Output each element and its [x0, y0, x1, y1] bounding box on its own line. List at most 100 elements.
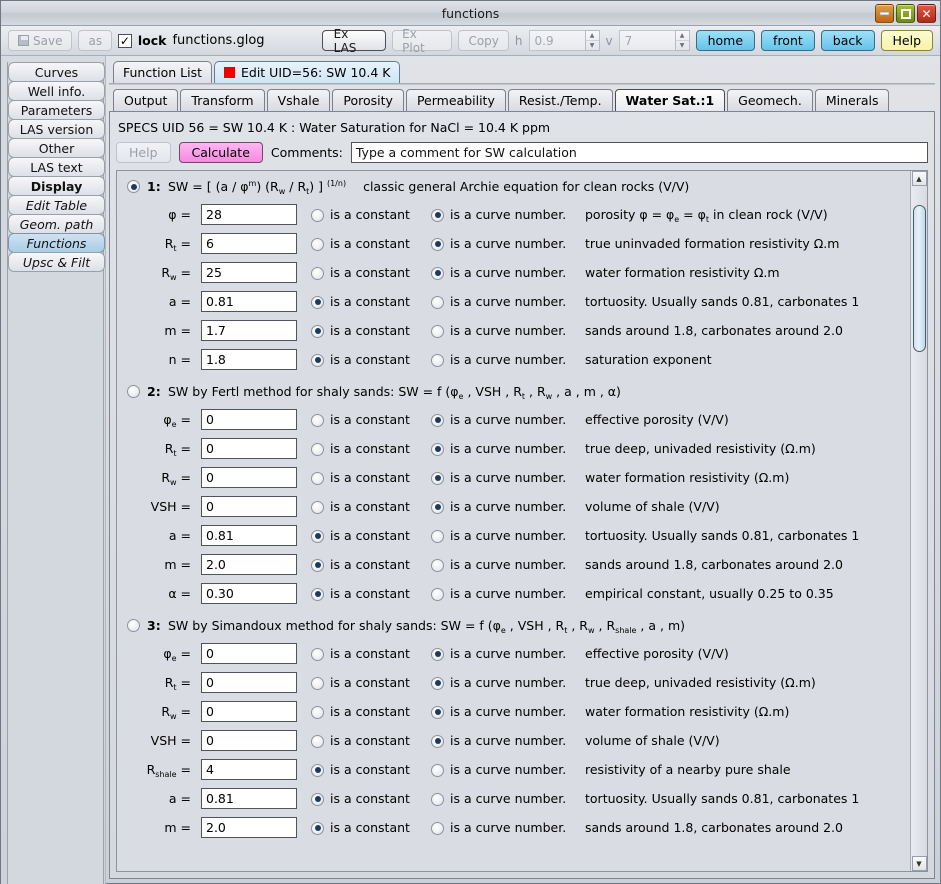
- parameter-value-input[interactable]: 0: [201, 672, 297, 693]
- v-stepper-arrows[interactable]: ▲ ▼: [674, 30, 690, 51]
- is-curve-number-option[interactable]: is a curve number.: [431, 675, 581, 690]
- save-button[interactable]: Save: [8, 30, 73, 51]
- is-constant-option[interactable]: is a constant: [311, 352, 427, 367]
- maximize-button[interactable]: [896, 4, 915, 23]
- is-constant-option[interactable]: is a constant: [311, 675, 427, 690]
- tab-minerals[interactable]: Minerals: [814, 89, 890, 111]
- is-constant-radio[interactable]: [311, 792, 324, 806]
- parameter-value-input[interactable]: 0: [201, 730, 297, 751]
- function-select-radio[interactable]: [127, 180, 140, 193]
- is-constant-radio[interactable]: [311, 237, 324, 251]
- tab-water-sat-1[interactable]: Water Sat.:1: [614, 89, 726, 111]
- is-curve-number-option[interactable]: is a curve number.: [431, 820, 581, 835]
- v-stepper-down-icon[interactable]: ▼: [676, 41, 689, 50]
- v-stepper-up-icon[interactable]: ▲: [675, 31, 689, 41]
- parameter-value-input[interactable]: 2.0: [201, 817, 297, 838]
- is-constant-radio[interactable]: [311, 763, 324, 777]
- parameter-value-input[interactable]: 4: [201, 759, 297, 780]
- is-curve-number-radio[interactable]: [431, 529, 444, 543]
- sidebar-item-curves[interactable]: Curves: [8, 62, 105, 82]
- lock-checkbox[interactable]: ✓: [118, 33, 132, 48]
- sidebar-item-other[interactable]: Other: [8, 138, 105, 158]
- is-curve-number-option[interactable]: is a curve number.: [431, 412, 581, 427]
- parameter-value-input[interactable]: 25: [201, 262, 297, 283]
- sidebar-item-parameters[interactable]: Parameters: [8, 100, 105, 120]
- is-constant-option[interactable]: is a constant: [311, 265, 427, 280]
- is-constant-radio[interactable]: [311, 587, 324, 601]
- is-constant-option[interactable]: is a constant: [311, 762, 427, 777]
- is-curve-number-radio[interactable]: [431, 705, 444, 719]
- h-stepper-arrows[interactable]: ▲ ▼: [584, 30, 600, 51]
- front-button[interactable]: front: [761, 30, 815, 51]
- is-curve-number-option[interactable]: is a curve number.: [431, 499, 581, 514]
- is-curve-number-option[interactable]: is a curve number.: [431, 791, 581, 806]
- is-constant-radio[interactable]: [311, 442, 324, 456]
- is-constant-option[interactable]: is a constant: [311, 733, 427, 748]
- tab-porosity[interactable]: Porosity: [332, 89, 404, 111]
- is-constant-radio[interactable]: [311, 529, 324, 543]
- is-constant-radio[interactable]: [311, 676, 324, 690]
- is-constant-option[interactable]: is a constant: [311, 586, 427, 601]
- is-constant-radio[interactable]: [311, 208, 324, 222]
- sidebar-item-functions[interactable]: Functions: [8, 233, 105, 253]
- sidebar-item-geom-path[interactable]: Geom. path: [8, 214, 105, 234]
- is-constant-radio[interactable]: [311, 413, 324, 427]
- is-curve-number-radio[interactable]: [431, 821, 444, 835]
- is-constant-option[interactable]: is a constant: [311, 791, 427, 806]
- h-stepper-down-icon[interactable]: ▼: [586, 41, 599, 50]
- is-constant-option[interactable]: is a constant: [311, 704, 427, 719]
- parameter-value-input[interactable]: 1.7: [201, 320, 297, 341]
- sidebar-item-upsc-filt[interactable]: Upsc & Filt: [8, 252, 105, 272]
- back-button[interactable]: back: [820, 30, 875, 51]
- is-curve-number-radio[interactable]: [431, 792, 444, 806]
- is-constant-option[interactable]: is a constant: [311, 207, 427, 222]
- is-curve-number-option[interactable]: is a curve number.: [431, 528, 581, 543]
- panel-help-button[interactable]: Help: [116, 142, 171, 163]
- is-curve-number-radio[interactable]: [431, 237, 444, 251]
- is-curve-number-radio[interactable]: [431, 471, 444, 485]
- is-curve-number-option[interactable]: is a curve number.: [431, 265, 581, 280]
- h-stepper-up-icon[interactable]: ▲: [585, 31, 599, 41]
- parameter-value-input[interactable]: 0: [201, 643, 297, 664]
- parameter-value-input[interactable]: 0.30: [201, 583, 297, 604]
- parameter-value-input[interactable]: 0.81: [201, 525, 297, 546]
- sidebar-item-well-info[interactable]: Well info.: [8, 81, 105, 101]
- is-constant-radio[interactable]: [311, 558, 324, 572]
- is-constant-radio[interactable]: [311, 471, 324, 485]
- is-curve-number-radio[interactable]: [431, 647, 444, 661]
- function-select-radio[interactable]: [127, 385, 140, 398]
- tab-transform[interactable]: Transform: [180, 89, 265, 111]
- is-curve-number-radio[interactable]: [431, 413, 444, 427]
- is-curve-number-option[interactable]: is a curve number.: [431, 762, 581, 777]
- parameter-value-input[interactable]: 0.81: [201, 788, 297, 809]
- scroll-up-arrow-icon[interactable]: ▲: [911, 171, 927, 186]
- is-constant-radio[interactable]: [311, 500, 324, 514]
- close-button[interactable]: ✕: [917, 4, 936, 23]
- tab-resist-temp[interactable]: Resist./Temp.: [507, 89, 613, 111]
- ex-las-button[interactable]: Ex LAS: [321, 27, 387, 55]
- parameter-value-input[interactable]: 0: [201, 496, 297, 517]
- is-constant-option[interactable]: is a constant: [311, 499, 427, 514]
- is-constant-radio[interactable]: [311, 266, 324, 280]
- copy-button[interactable]: Copy: [458, 30, 509, 51]
- ex-plot-button[interactable]: Ex Plot: [392, 27, 453, 55]
- minimize-button[interactable]: [875, 4, 894, 23]
- is-curve-number-option[interactable]: is a curve number.: [431, 352, 581, 367]
- h-value[interactable]: 0.9: [528, 30, 585, 51]
- is-curve-number-radio[interactable]: [431, 324, 444, 338]
- tab-vshale[interactable]: Vshale: [266, 89, 331, 111]
- parameter-value-input[interactable]: 6: [201, 233, 297, 254]
- is-curve-number-radio[interactable]: [431, 442, 444, 456]
- tab-edit-uid[interactable]: Edit UID=56: SW 10.4 K: [214, 61, 401, 83]
- parameter-value-input[interactable]: 1.8: [201, 349, 297, 370]
- parameter-value-input[interactable]: 0.81: [201, 291, 297, 312]
- scroll-down-arrow-icon[interactable]: ▼: [911, 856, 927, 871]
- tab-output[interactable]: Output: [113, 89, 179, 111]
- tab-permeability[interactable]: Permeability: [405, 89, 506, 111]
- is-constant-option[interactable]: is a constant: [311, 236, 427, 251]
- tab-function-list[interactable]: Function List: [113, 61, 212, 83]
- is-curve-number-radio[interactable]: [431, 266, 444, 280]
- is-curve-number-option[interactable]: is a curve number.: [431, 294, 581, 309]
- sidebar-item-las-text[interactable]: LAS text: [8, 157, 105, 177]
- parameter-value-input[interactable]: 0: [201, 438, 297, 459]
